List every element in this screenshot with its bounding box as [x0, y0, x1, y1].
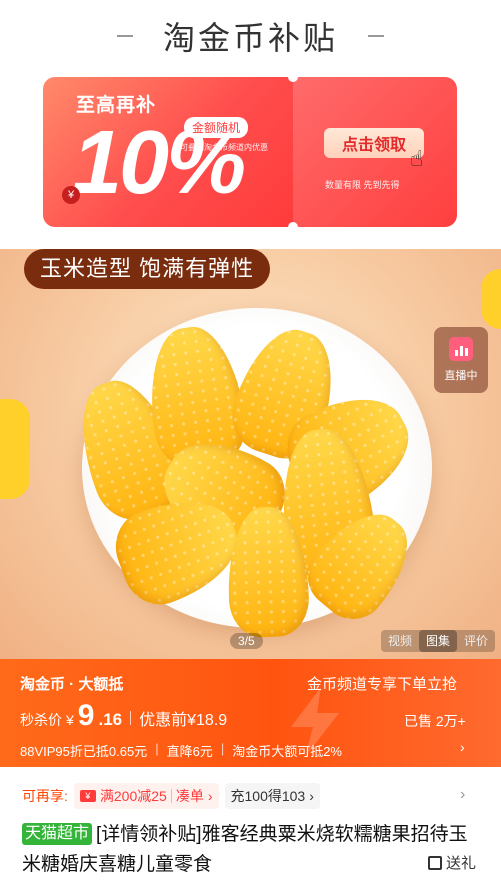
- price-banner[interactable]: 淘金币 · 大额抵 金币频道专享下单立抢 秒杀价 ¥ 9 .16 优惠前¥18.…: [0, 659, 501, 767]
- benefit-item: 直降6元: [166, 744, 213, 759]
- price-decimal: .16: [98, 710, 123, 729]
- chevron-right-icon: ›: [207, 788, 213, 804]
- ticket-icon: ¥: [79, 790, 96, 802]
- decor-candy-left: [0, 399, 30, 499]
- coupon-text: 充100得103: [230, 788, 306, 804]
- live-bars-icon: [449, 337, 473, 361]
- image-page-indicator: 3/5: [230, 633, 263, 649]
- coupon-pill-discount[interactable]: ¥ 满200减25 凑单 ›: [73, 783, 219, 809]
- tab-reviews[interactable]: 评价: [457, 630, 495, 652]
- coupon-text: 满200减25: [99, 788, 167, 804]
- page-title: 淘金币补贴: [162, 20, 338, 56]
- gift-label: 送礼: [446, 855, 477, 872]
- live-stream-button[interactable]: 直播中: [434, 327, 488, 393]
- gift-icon: [428, 855, 442, 870]
- random-amount-tag: 金额随机: [184, 117, 249, 138]
- chevron-right-icon[interactable]: ›: [460, 786, 465, 804]
- coupon-notch-bottom: [288, 222, 298, 232]
- original-price: 优惠前¥18.9: [139, 712, 228, 729]
- page-header: 淘金币补贴: [0, 0, 501, 72]
- benefit-list: 88VIP95折已抵0.65元 | 直降6元 | 淘金币大额可抵2%: [20, 741, 342, 760]
- tab-video[interactable]: 视频: [381, 630, 419, 652]
- coupon-pill-recharge[interactable]: 充100得103 ›: [224, 783, 320, 809]
- tmall-supermarket-badge: 天猫超市: [22, 823, 93, 845]
- currency-symbol: ¥: [66, 712, 74, 728]
- header-dash-left: [116, 35, 133, 37]
- benefit-item: 淘金币大额可抵2%: [232, 744, 342, 759]
- claim-button[interactable]: 点击领取: [324, 128, 424, 158]
- channel-promo: 金币频道专享下单立抢: [307, 676, 458, 693]
- live-stream-label: 直播中: [444, 370, 478, 382]
- sold-count: 已售 2万+: [404, 713, 466, 729]
- benefit-item: 88VIP95折已抵0.65元: [20, 744, 148, 759]
- tab-gallery[interactable]: 图集: [419, 630, 458, 652]
- coupon-row[interactable]: 可再享: ¥ 满200减25 凑单 › 充100得103 › ›: [0, 780, 501, 812]
- gift-button[interactable]: 送礼: [428, 852, 476, 873]
- chevron-right-icon: ›: [309, 788, 314, 804]
- benefit-divider: |: [155, 741, 159, 756]
- yen-icon: ¥: [62, 186, 80, 204]
- price-line: 秒杀价 ¥ 9 .16 优惠前¥18.9: [20, 699, 227, 733]
- pointer-hand-icon: ☝: [410, 146, 424, 171]
- chevron-right-icon[interactable]: ›: [460, 739, 465, 755]
- flash-sale-label: 秒杀价: [20, 712, 62, 728]
- coupon-action[interactable]: 凑单: [176, 786, 204, 806]
- gold-coin-brand: 淘金币 · 大额抵: [20, 676, 124, 693]
- coupon-row-label: 可再享:: [22, 788, 68, 804]
- product-title: 天猫超市 [详情领补贴]雅客经典粟米烧软糯糖果招待玉米糖婚庆喜糖儿童零食: [22, 820, 482, 880]
- header-dash-right: [368, 35, 384, 37]
- coupon-note: 数量有限 先到先得: [325, 180, 400, 190]
- price-integer: 9: [77, 699, 95, 732]
- pill-divider: [170, 789, 172, 803]
- product-gallery[interactable]: 玉米造型 饱满有弹性 直播中 3/5 视频 图集 评价: [0, 249, 501, 659]
- coupon-subtitle: 可叠加淘金币频道内优惠: [180, 143, 268, 152]
- decor-candy-right: [481, 269, 501, 329]
- media-tabs: 视频 图集 评价: [381, 630, 496, 652]
- coupon-notch-top: [288, 72, 298, 82]
- price-divider: [130, 711, 132, 725]
- product-slogan: 玉米造型 饱满有弹性: [24, 249, 271, 289]
- benefit-divider: |: [220, 741, 225, 756]
